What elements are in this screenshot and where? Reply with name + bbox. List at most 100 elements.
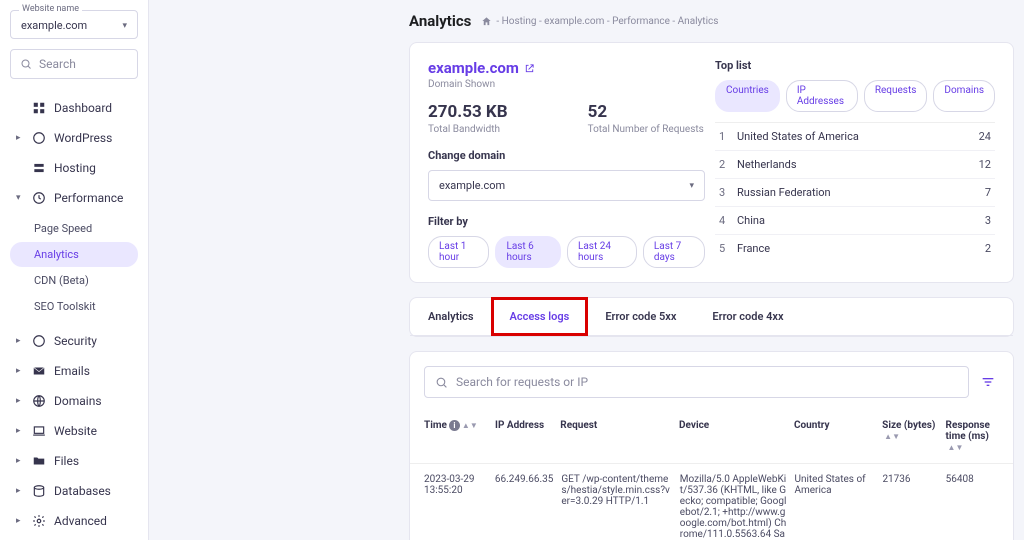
toplist-row: 1United States of America24: [715, 123, 995, 151]
nav-label: Emails: [54, 364, 90, 378]
filter-button[interactable]: [977, 371, 999, 393]
nav-label: Hosting: [54, 161, 96, 175]
col-device[interactable]: Device: [679, 420, 786, 453]
search-icon: [435, 376, 448, 389]
tab-access-logs[interactable]: Access logs: [492, 298, 588, 335]
dashboard-icon: [32, 101, 46, 115]
chevron-down-icon: ▾: [689, 181, 694, 191]
sub-analytics[interactable]: Analytics: [10, 242, 138, 267]
nav-wordpress[interactable]: ▸ WordPress: [10, 123, 138, 153]
nav-hosting[interactable]: ▸ Hosting: [10, 153, 138, 183]
chevron-down-icon: ▾: [122, 21, 127, 31]
col-country[interactable]: Country: [794, 420, 874, 453]
info-icon: i: [449, 420, 460, 431]
filter-24h[interactable]: Last 24 hours: [567, 236, 637, 268]
nav-website[interactable]: ▸ Website: [10, 416, 138, 446]
nav-account[interactable]: ▸ Account: [10, 536, 138, 540]
mail-icon: [32, 364, 46, 378]
domain-text: example.com: [428, 59, 519, 77]
toplist-row: 5France2: [715, 235, 995, 252]
external-link-icon: [524, 63, 535, 74]
filter-1h[interactable]: Last 1 hour: [428, 236, 489, 268]
toplist: Top list Countries IP Addresses Requests…: [715, 59, 995, 268]
sub-seo[interactable]: SEO Toolskit: [10, 294, 138, 319]
page-title: Analytics: [409, 12, 471, 30]
log-search-input[interactable]: Search for requests or IP: [424, 366, 969, 398]
toplist-tab-requests[interactable]: Requests: [864, 80, 928, 112]
col-size[interactable]: Size (bytes)▲▼: [882, 420, 937, 453]
col-time[interactable]: Timei▲▼: [424, 420, 487, 453]
col-request[interactable]: Request: [560, 420, 671, 453]
nav-domains[interactable]: ▸ Domains: [10, 386, 138, 416]
tab-error-5xx[interactable]: Error code 5xx: [587, 298, 694, 335]
domain-dropdown[interactable]: example.com ▾: [428, 170, 705, 201]
gear-icon: [32, 514, 46, 528]
toplist-row: 4China3: [715, 207, 995, 235]
sidebar-search-placeholder: Search: [39, 57, 76, 71]
nav-label: Security: [54, 334, 97, 348]
filter-6h[interactable]: Last 6 hours: [495, 236, 561, 268]
nav-emails[interactable]: ▸ Emails: [10, 356, 138, 386]
col-ip[interactable]: IP Address: [495, 420, 552, 453]
toplist-tab-domains[interactable]: Domains: [933, 80, 995, 112]
table-header: Timei▲▼ IP Address Request Device Countr…: [410, 410, 1013, 464]
cell-size: 21736: [882, 474, 937, 485]
domain-shown-label: Domain Shown: [428, 79, 705, 90]
nav-dashboard[interactable]: ▸ Dashboard: [10, 93, 138, 123]
nav-advanced[interactable]: ▸ Advanced: [10, 506, 138, 536]
globe-icon: [32, 394, 46, 408]
summary-card: example.com Domain Shown 270.53 KB Total…: [409, 42, 1014, 283]
toplist-tab-ips[interactable]: IP Addresses: [786, 80, 858, 112]
main: Analytics - Hosting - example.com - Perf…: [149, 0, 1024, 540]
filter-by-heading: Filter by: [428, 215, 705, 228]
bandwidth-label: Total Bandwidth: [428, 124, 508, 135]
toplist-row: 2Netherlands12: [715, 151, 995, 179]
tab-analytics[interactable]: Analytics: [410, 298, 492, 335]
nav-label: Domains: [54, 394, 102, 408]
home-icon: [481, 16, 492, 27]
page-header: Analytics - Hosting - example.com - Perf…: [409, 12, 1014, 30]
nav-performance[interactable]: ▾ Performance: [10, 183, 138, 213]
cell-time: 2023-03-29 13:55:20: [424, 474, 487, 496]
nav-databases[interactable]: ▸ Databases: [10, 476, 138, 506]
shield-icon: [32, 334, 46, 348]
breadcrumb[interactable]: - Hosting - example.com - Performance - …: [481, 16, 718, 27]
toplist-row: 3Russian Federation7: [715, 179, 995, 207]
nav-security[interactable]: ▸ Security: [10, 326, 138, 356]
cell-country: United States of America: [794, 474, 874, 496]
nav-label: Website: [54, 424, 97, 438]
filter-7d[interactable]: Last 7 days: [643, 236, 705, 268]
hosting-icon: [32, 161, 46, 175]
sub-pagespeed[interactable]: Page Speed: [10, 216, 138, 241]
domain-link[interactable]: example.com: [428, 59, 705, 77]
requests-value: 52: [588, 102, 704, 122]
cell-device: Mozilla/5.0 AppleWebKit/537.36 (KHTML, l…: [680, 474, 787, 540]
domain-dropdown-value: example.com: [439, 179, 505, 192]
toplist-tab-countries[interactable]: Countries: [715, 80, 780, 112]
log-search-placeholder: Search for requests or IP: [456, 375, 588, 389]
toplist-title: Top list: [715, 59, 995, 72]
sidebar: Website name example.com ▾ Search ▸ Dash…: [0, 0, 149, 540]
cell-response: 56408: [946, 474, 999, 485]
performance-icon: [32, 191, 46, 205]
change-domain-heading: Change domain: [428, 149, 705, 162]
toplist-rows[interactable]: 1United States of America24 2Netherlands…: [715, 122, 995, 252]
nav-label: WordPress: [54, 131, 112, 145]
nav-label: Dashboard: [54, 101, 112, 115]
tab-error-4xx[interactable]: Error code 4xx: [694, 298, 801, 335]
cell-ip: 66.249.66.35: [495, 474, 554, 485]
wordpress-icon: [32, 131, 46, 145]
sort-icon: ▲▼: [948, 445, 964, 450]
bandwidth-value: 270.53 KB: [428, 102, 508, 122]
requests-label: Total Number of Requests: [588, 124, 704, 135]
sub-cdn[interactable]: CDN (Beta): [10, 268, 138, 293]
access-log-card: Search for requests or IP Timei▲▼ IP Add…: [409, 351, 1014, 540]
nav-files[interactable]: ▸ Files: [10, 446, 138, 476]
database-icon: [32, 484, 46, 498]
nav-performance-subitems: Page Speed Analytics CDN (Beta) SEO Tool…: [10, 213, 138, 326]
website-selector[interactable]: Website name example.com ▾: [10, 10, 138, 39]
laptop-icon: [32, 424, 46, 438]
sidebar-search[interactable]: Search: [10, 49, 138, 79]
search-icon: [20, 58, 32, 70]
col-response[interactable]: Response time (ms)▲▼: [946, 420, 999, 453]
